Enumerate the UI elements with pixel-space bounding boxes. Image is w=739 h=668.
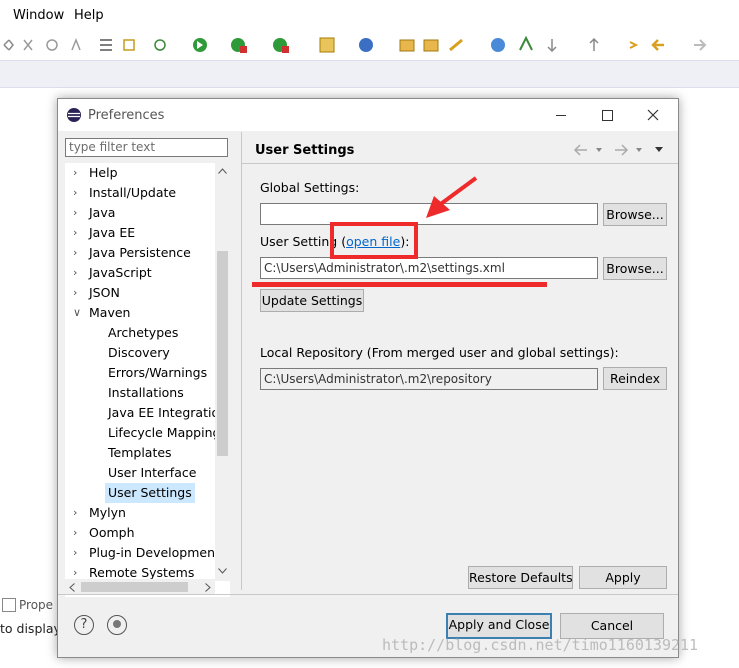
annotation-arrow-icon: [426, 176, 478, 218]
header-separator: [242, 163, 678, 164]
chevron-right-icon[interactable]: ›: [73, 243, 83, 263]
tree-horizontal-scrollbar[interactable]: [65, 579, 215, 595]
annotation-box: [330, 222, 418, 259]
tree-item-label: Java: [89, 205, 116, 220]
tree-item[interactable]: › Plug-in Development: [65, 543, 220, 563]
preferences-dialog: Preferences type filter text › Help › Insta…: [57, 98, 679, 658]
tree-item-label: Installations: [108, 385, 184, 400]
tree-hscroll-thumb[interactable]: [81, 582, 188, 592]
chevron-right-icon[interactable]: ›: [73, 283, 83, 303]
tree-item[interactable]: › Mylyn: [65, 503, 215, 523]
tree-scroll-thumb[interactable]: [217, 251, 228, 456]
tree-item[interactable]: › Oomph: [65, 523, 215, 543]
tree-item-label: Plug-in Development: [89, 545, 220, 560]
tree-item-label: User Settings: [105, 483, 195, 503]
scroll-up-icon[interactable]: [218, 168, 227, 174]
page-title: User Settings: [255, 143, 355, 158]
back-dropdown-icon[interactable]: [596, 148, 602, 152]
tree-item[interactable]: › Help: [65, 163, 215, 183]
tree-item[interactable]: › Java: [65, 203, 215, 223]
tree-item[interactable]: › Java Persistence: [65, 243, 215, 263]
chevron-right-icon[interactable]: ›: [73, 183, 83, 203]
ide-menubar: Window Help: [0, 0, 739, 30]
tree-item-label: Java EE Integration: [108, 405, 228, 420]
tree-item-label: Lifecycle Mapping: [108, 425, 221, 440]
chevron-down-icon[interactable]: ∨: [73, 303, 83, 323]
minimize-icon: [556, 114, 566, 116]
view-menu-icon[interactable]: [655, 147, 663, 152]
global-settings-label: Global Settings:: [260, 180, 360, 195]
reindex-button[interactable]: Reindex: [603, 367, 667, 390]
tree-item-label: JSON: [89, 285, 120, 300]
record-dot: [113, 620, 121, 628]
tree-item[interactable]: › Install/Update: [65, 183, 215, 203]
menu-window[interactable]: Window: [13, 8, 64, 23]
tree-item[interactable]: › JSON: [65, 283, 215, 303]
local-repository-field: C:\Users\Administrator\.m2\repository: [260, 368, 598, 390]
properties-tab[interactable]: Prope: [19, 598, 53, 612]
tree-item-label: Archetypes: [108, 325, 179, 340]
chevron-right-icon[interactable]: ›: [73, 503, 83, 523]
tree-page-divider[interactable]: [241, 132, 242, 590]
maximize-button[interactable]: [584, 99, 630, 131]
close-button[interactable]: [630, 99, 676, 131]
tree-vertical-scrollbar[interactable]: [215, 163, 230, 581]
forward-icon[interactable]: [615, 144, 629, 156]
macro-record-icon[interactable]: [107, 615, 127, 635]
chevron-right-icon[interactable]: ›: [73, 523, 83, 543]
back-icon[interactable]: [573, 144, 587, 156]
dialog-titlebar: Preferences: [58, 99, 678, 131]
watermark: http://blog.csdn.net/timo1160139211: [382, 636, 699, 654]
scroll-down-icon[interactable]: [218, 568, 227, 574]
footer-separator: [58, 594, 678, 595]
tree-item-label: Java Persistence: [89, 245, 191, 260]
maximize-icon: [601, 109, 613, 121]
scroll-left-icon[interactable]: [69, 583, 75, 592]
filter-input[interactable]: type filter text: [65, 138, 228, 157]
chevron-right-icon[interactable]: ›: [73, 263, 83, 283]
page-nav: [573, 144, 663, 156]
chevron-right-icon[interactable]: ›: [73, 163, 83, 183]
local-repository-label: Local Repository (From merged user and g…: [260, 345, 619, 360]
properties-view-icon: [2, 598, 16, 612]
user-setting-text: User Setting: [260, 234, 338, 249]
tree-item-label: Help: [89, 165, 118, 180]
tree-item-label: Templates: [108, 445, 172, 460]
tree-item[interactable]: › Java EE: [65, 223, 215, 243]
update-settings-button[interactable]: Update Settings: [260, 289, 364, 312]
annotation-underline: [252, 282, 547, 287]
tree-item-label: Mylyn: [89, 505, 126, 520]
ide-editor-strip: [0, 60, 739, 88]
user-browse-button[interactable]: Browse...: [603, 257, 667, 280]
scroll-right-icon[interactable]: [205, 583, 211, 592]
apply-button[interactable]: Apply: [579, 566, 667, 589]
eclipse-icon: [67, 108, 81, 122]
tree-item[interactable]: ∨ Maven: [65, 303, 215, 323]
chevron-right-icon[interactable]: ›: [73, 543, 83, 563]
dialog-title: Preferences: [88, 108, 165, 123]
forward-dropdown-icon[interactable]: [636, 148, 642, 152]
help-icon[interactable]: ?: [74, 615, 94, 635]
tree-item-label: Install/Update: [89, 185, 177, 200]
tree-item-label: Maven: [89, 305, 131, 320]
tree-item[interactable]: › JavaScript: [65, 263, 215, 283]
tree-item-label: Java EE: [89, 225, 136, 240]
tree-item-label: User Interface: [108, 465, 197, 480]
preferences-tree: › Help › Install/Update › Java › Java EE › Java P…: [65, 163, 230, 597]
tree-item-label: Discovery: [108, 345, 170, 360]
minimize-button[interactable]: [538, 99, 584, 131]
tree-item-label: JavaScript: [89, 265, 152, 280]
ide-toolbar: [0, 30, 739, 58]
tree-item-label: Errors/Warnings: [108, 365, 208, 380]
toolbar-icons: [3, 35, 707, 53]
tree-item-label: Oomph: [89, 525, 135, 540]
close-icon: [647, 109, 659, 121]
restore-defaults-button[interactable]: Restore Defaults: [468, 566, 573, 589]
global-browse-button[interactable]: Browse...: [603, 203, 667, 226]
chevron-right-icon[interactable]: ›: [73, 203, 83, 223]
properties-message: to display: [0, 621, 61, 636]
menu-help[interactable]: Help: [74, 8, 104, 23]
user-setting-field[interactable]: C:\Users\Administrator\.m2\settings.xml: [260, 257, 598, 279]
chevron-right-icon[interactable]: ›: [73, 223, 83, 243]
